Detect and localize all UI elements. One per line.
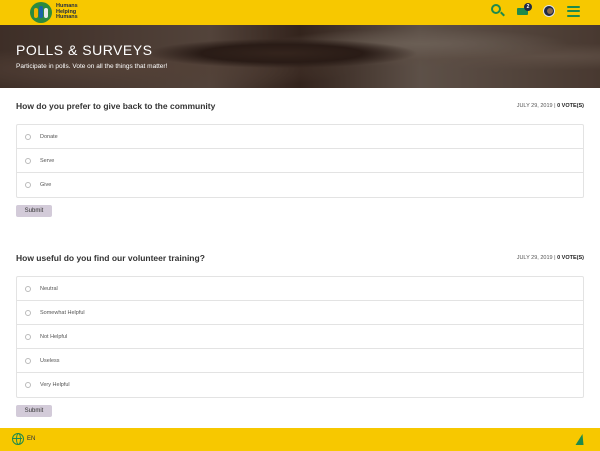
logo-line-3: Humans (56, 14, 78, 21)
poll-question: How useful do you find our volunteer tra… (16, 253, 205, 263)
poll-option[interactable]: Useless (17, 349, 583, 373)
page-subtitle: Participate in polls. Vote on all the th… (16, 63, 168, 70)
poll-meta: JULY 29, 2019 | 0 VOTE(S) (517, 103, 584, 109)
radio-button[interactable] (25, 333, 31, 340)
page-title: POLLS & SURVEYS (16, 42, 153, 58)
header-actions: 2 (491, 3, 580, 18)
site-logo[interactable]: Humans Helping Humans (30, 2, 78, 23)
poll-option[interactable]: Not Helpful (17, 325, 583, 349)
submit-button[interactable]: Submit (16, 205, 52, 217)
avatar[interactable] (543, 5, 555, 17)
poll-card: How do you prefer to give back to the co… (16, 100, 584, 217)
submit-button[interactable]: Submit (16, 405, 52, 417)
poll-header: How do you prefer to give back to the co… (16, 100, 584, 112)
poll-option[interactable]: Donate (17, 125, 583, 149)
brand-mark-icon[interactable] (577, 434, 586, 445)
radio-button[interactable] (25, 382, 31, 388)
logo-text: Humans Helping Humans (56, 4, 78, 21)
logo-icon (30, 2, 52, 23)
poll-card: How useful do you find our volunteer tra… (16, 252, 584, 417)
poll-option[interactable]: Somewhat Helpful (17, 301, 583, 325)
option-label: Somewhat Helpful (40, 309, 85, 316)
poll-meta: JULY 29, 2019 | 0 VOTE(S) (517, 255, 584, 261)
top-header: Humans Helping Humans 2 (0, 0, 600, 25)
poll-votes: 0 VOTE(S) (557, 103, 584, 109)
option-label: Give (40, 182, 52, 188)
hamburger-menu-icon[interactable] (567, 5, 580, 17)
footer-bar: EN (0, 428, 600, 451)
globe-icon (12, 433, 24, 445)
poll-option[interactable]: Serve (17, 149, 583, 173)
poll-votes: 0 VOTE(S) (557, 255, 584, 261)
radio-button[interactable] (25, 285, 31, 292)
option-label: Donate (40, 133, 58, 140)
option-label: Neutral (40, 285, 58, 292)
language-label: EN (27, 436, 36, 442)
poll-option[interactable]: Give (17, 173, 583, 197)
poll-options: Donate Serve Give (16, 124, 584, 198)
language-selector[interactable]: EN (12, 433, 35, 445)
radio-button[interactable] (25, 133, 31, 140)
poll-header: How useful do you find our volunteer tra… (16, 252, 584, 264)
poll-option[interactable]: Very Helpful (17, 373, 583, 397)
poll-option[interactable]: Neutral (17, 277, 583, 301)
poll-date: JULY 29, 2019 (516, 255, 553, 261)
hero-banner: POLLS & SURVEYS Participate in polls. Vo… (0, 25, 600, 88)
messages-icon[interactable]: 2 (517, 3, 532, 17)
radio-button[interactable] (25, 157, 31, 164)
radio-button[interactable] (25, 357, 31, 364)
radio-button[interactable] (25, 182, 31, 188)
poll-date: JULY 29, 2019 (516, 103, 553, 109)
poll-options: Neutral Somewhat Helpful Not Helpful Use… (16, 276, 584, 398)
option-label: Very Helpful (40, 382, 70, 388)
search-icon[interactable] (491, 4, 505, 18)
radio-button[interactable] (25, 309, 31, 316)
option-label: Not Helpful (40, 333, 68, 340)
option-label: Useless (40, 357, 60, 364)
option-label: Serve (40, 157, 55, 164)
message-count-badge: 2 (524, 3, 532, 11)
poll-question: How do you prefer to give back to the co… (16, 101, 216, 111)
